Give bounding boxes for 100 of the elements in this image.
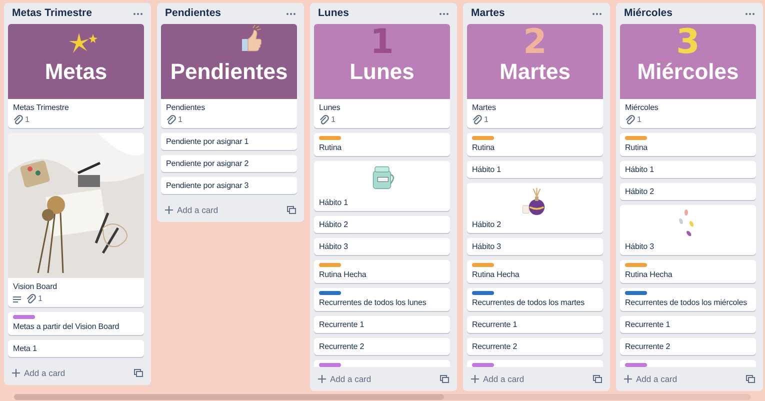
card-title: Recurrentes de todos los martes bbox=[472, 297, 586, 308]
card-title: Hábito 3 bbox=[319, 241, 349, 252]
card-title: Rutina bbox=[319, 142, 343, 153]
card-title: Rutina Hecha bbox=[625, 269, 674, 280]
card-title: Pendiente por asignar 1 bbox=[166, 136, 250, 147]
card[interactable]: Hábito 1 bbox=[620, 161, 756, 178]
more-menu-icon[interactable] bbox=[439, 12, 449, 16]
card[interactable]: Rutina bbox=[314, 133, 450, 156]
card[interactable]: Rutina Hecha bbox=[620, 260, 756, 283]
card[interactable]: Hábito 1 bbox=[467, 161, 603, 178]
card[interactable] bbox=[467, 360, 603, 367]
list-title[interactable]: Pendientes bbox=[165, 6, 222, 22]
card[interactable]: Hábito 3 bbox=[314, 238, 450, 255]
card[interactable]: Hábito 1 bbox=[314, 161, 450, 211]
horizontal-scrollbar[interactable] bbox=[14, 394, 444, 400]
card-title: Rutina Hecha bbox=[319, 269, 368, 280]
card[interactable]: Recurrente 1 bbox=[314, 316, 450, 333]
template-icon[interactable] bbox=[746, 375, 755, 383]
card[interactable]: Recurrente 2 bbox=[620, 338, 756, 355]
card[interactable]: Recurrente 1 bbox=[620, 316, 756, 333]
card-title: Hábito 1 bbox=[472, 164, 502, 175]
card-title: Meta 1 bbox=[13, 343, 38, 354]
card-title: Metas a partir del Vision Board bbox=[13, 321, 120, 332]
card[interactable]: Recurrentes de todos los martes bbox=[467, 288, 603, 311]
template-icon[interactable] bbox=[593, 375, 602, 383]
card[interactable]: 3 Miércoles Miércoles 1 bbox=[620, 24, 756, 128]
card-title: Recurrente 2 bbox=[625, 341, 672, 352]
list-title[interactable]: Metas Trimestre bbox=[12, 6, 92, 22]
card[interactable]: Vision Board 1 bbox=[8, 133, 144, 307]
card[interactable]: Metas a partir del Vision Board bbox=[8, 312, 144, 335]
paperclip-icon bbox=[625, 115, 635, 125]
plus-icon bbox=[165, 206, 173, 214]
card-title: Recurrente 2 bbox=[319, 341, 366, 352]
card-title: Miércoles bbox=[625, 102, 660, 113]
card[interactable]: Hábito 3 bbox=[467, 238, 603, 255]
more-menu-icon[interactable] bbox=[592, 12, 602, 16]
template-icon[interactable] bbox=[134, 369, 143, 377]
card-title: Hábito 3 bbox=[625, 241, 655, 252]
more-menu-icon[interactable] bbox=[286, 12, 296, 16]
attachment-count: 1 bbox=[178, 115, 182, 125]
plus-icon bbox=[12, 369, 20, 377]
card-title: Vision Board bbox=[13, 281, 58, 292]
paperclip-icon bbox=[13, 115, 23, 125]
paperclip-icon bbox=[472, 115, 482, 125]
card[interactable]: Hábito 2 bbox=[314, 216, 450, 233]
add-card-button[interactable]: Add a card bbox=[318, 372, 372, 386]
attachment-count: 1 bbox=[331, 115, 336, 125]
card[interactable]: Pendientes Pendientes 1 bbox=[161, 24, 297, 128]
add-card-button[interactable]: Add a card bbox=[165, 204, 218, 216]
card[interactable] bbox=[314, 360, 450, 367]
add-card-button[interactable]: Add a card bbox=[12, 366, 66, 380]
card[interactable]: Recurrentes de todos los lunes bbox=[314, 288, 450, 311]
list-title[interactable]: Miércoles bbox=[624, 6, 672, 22]
card[interactable]: Hábito 3 bbox=[620, 205, 756, 255]
card-title: Pendiente por asignar 3 bbox=[166, 180, 250, 191]
card[interactable]: Pendiente por asignar 2 bbox=[161, 155, 297, 172]
list-title[interactable]: Lunes bbox=[318, 6, 349, 22]
card[interactable] bbox=[620, 360, 756, 367]
card[interactable]: Meta 1 bbox=[8, 340, 144, 357]
card-title: Hábito 2 bbox=[625, 186, 655, 197]
add-card-button[interactable]: Add a card bbox=[624, 372, 678, 386]
card[interactable]: Recurrente 2 bbox=[467, 338, 603, 355]
card[interactable]: Rutina Hecha bbox=[314, 260, 450, 283]
plus-icon bbox=[318, 375, 326, 383]
paperclip-icon bbox=[319, 115, 329, 125]
list-title[interactable]: Martes bbox=[471, 6, 505, 22]
plus-icon bbox=[624, 375, 632, 383]
cover-title: Metas bbox=[44, 59, 108, 85]
card[interactable]: Recurrente 2 bbox=[314, 338, 450, 355]
card[interactable]: Metas Metas Trimestre 1 bbox=[8, 24, 144, 128]
card[interactable]: Recurrentes de todos los miércoles bbox=[620, 288, 756, 311]
card-title: Recurrente 1 bbox=[319, 319, 366, 330]
cover-title: Martes bbox=[500, 59, 570, 85]
template-icon[interactable] bbox=[440, 375, 449, 383]
card-title: Pendientes bbox=[166, 102, 206, 113]
add-card-button[interactable]: Add a card bbox=[471, 372, 524, 386]
template-icon[interactable] bbox=[287, 206, 296, 214]
card[interactable]: Hábito 2 bbox=[620, 183, 756, 200]
card[interactable]: Recurrente 1 bbox=[467, 316, 603, 333]
card[interactable]: Rutina Hecha bbox=[467, 260, 603, 283]
cover-title: Miércoles bbox=[637, 59, 739, 85]
card[interactable]: Pendiente por asignar 3 bbox=[161, 177, 297, 194]
card-title: Rutina bbox=[625, 142, 649, 153]
plus-icon bbox=[471, 375, 479, 383]
card-title: Recurrente 2 bbox=[472, 341, 518, 352]
card-title: Recurrentes de todos los miércoles bbox=[625, 297, 748, 308]
card-title: Rutina bbox=[472, 142, 496, 153]
cover-title: Pendientes bbox=[170, 59, 288, 85]
card-title: Hábito 3 bbox=[472, 241, 502, 252]
cover-numeral: 3 bbox=[676, 24, 700, 60]
card[interactable]: Rutina bbox=[467, 133, 603, 156]
more-menu-icon[interactable] bbox=[745, 12, 755, 16]
attachment-count: 1 bbox=[637, 115, 642, 125]
paperclip-icon bbox=[26, 294, 36, 304]
card-title: Hábito 1 bbox=[625, 164, 655, 175]
card[interactable]: Pendiente por asignar 1 bbox=[161, 133, 297, 150]
card[interactable]: Hábito 2 bbox=[467, 183, 603, 233]
more-menu-icon[interactable] bbox=[133, 12, 143, 16]
card-title: Rutina Hecha bbox=[472, 269, 520, 280]
card[interactable]: Rutina bbox=[620, 133, 756, 156]
